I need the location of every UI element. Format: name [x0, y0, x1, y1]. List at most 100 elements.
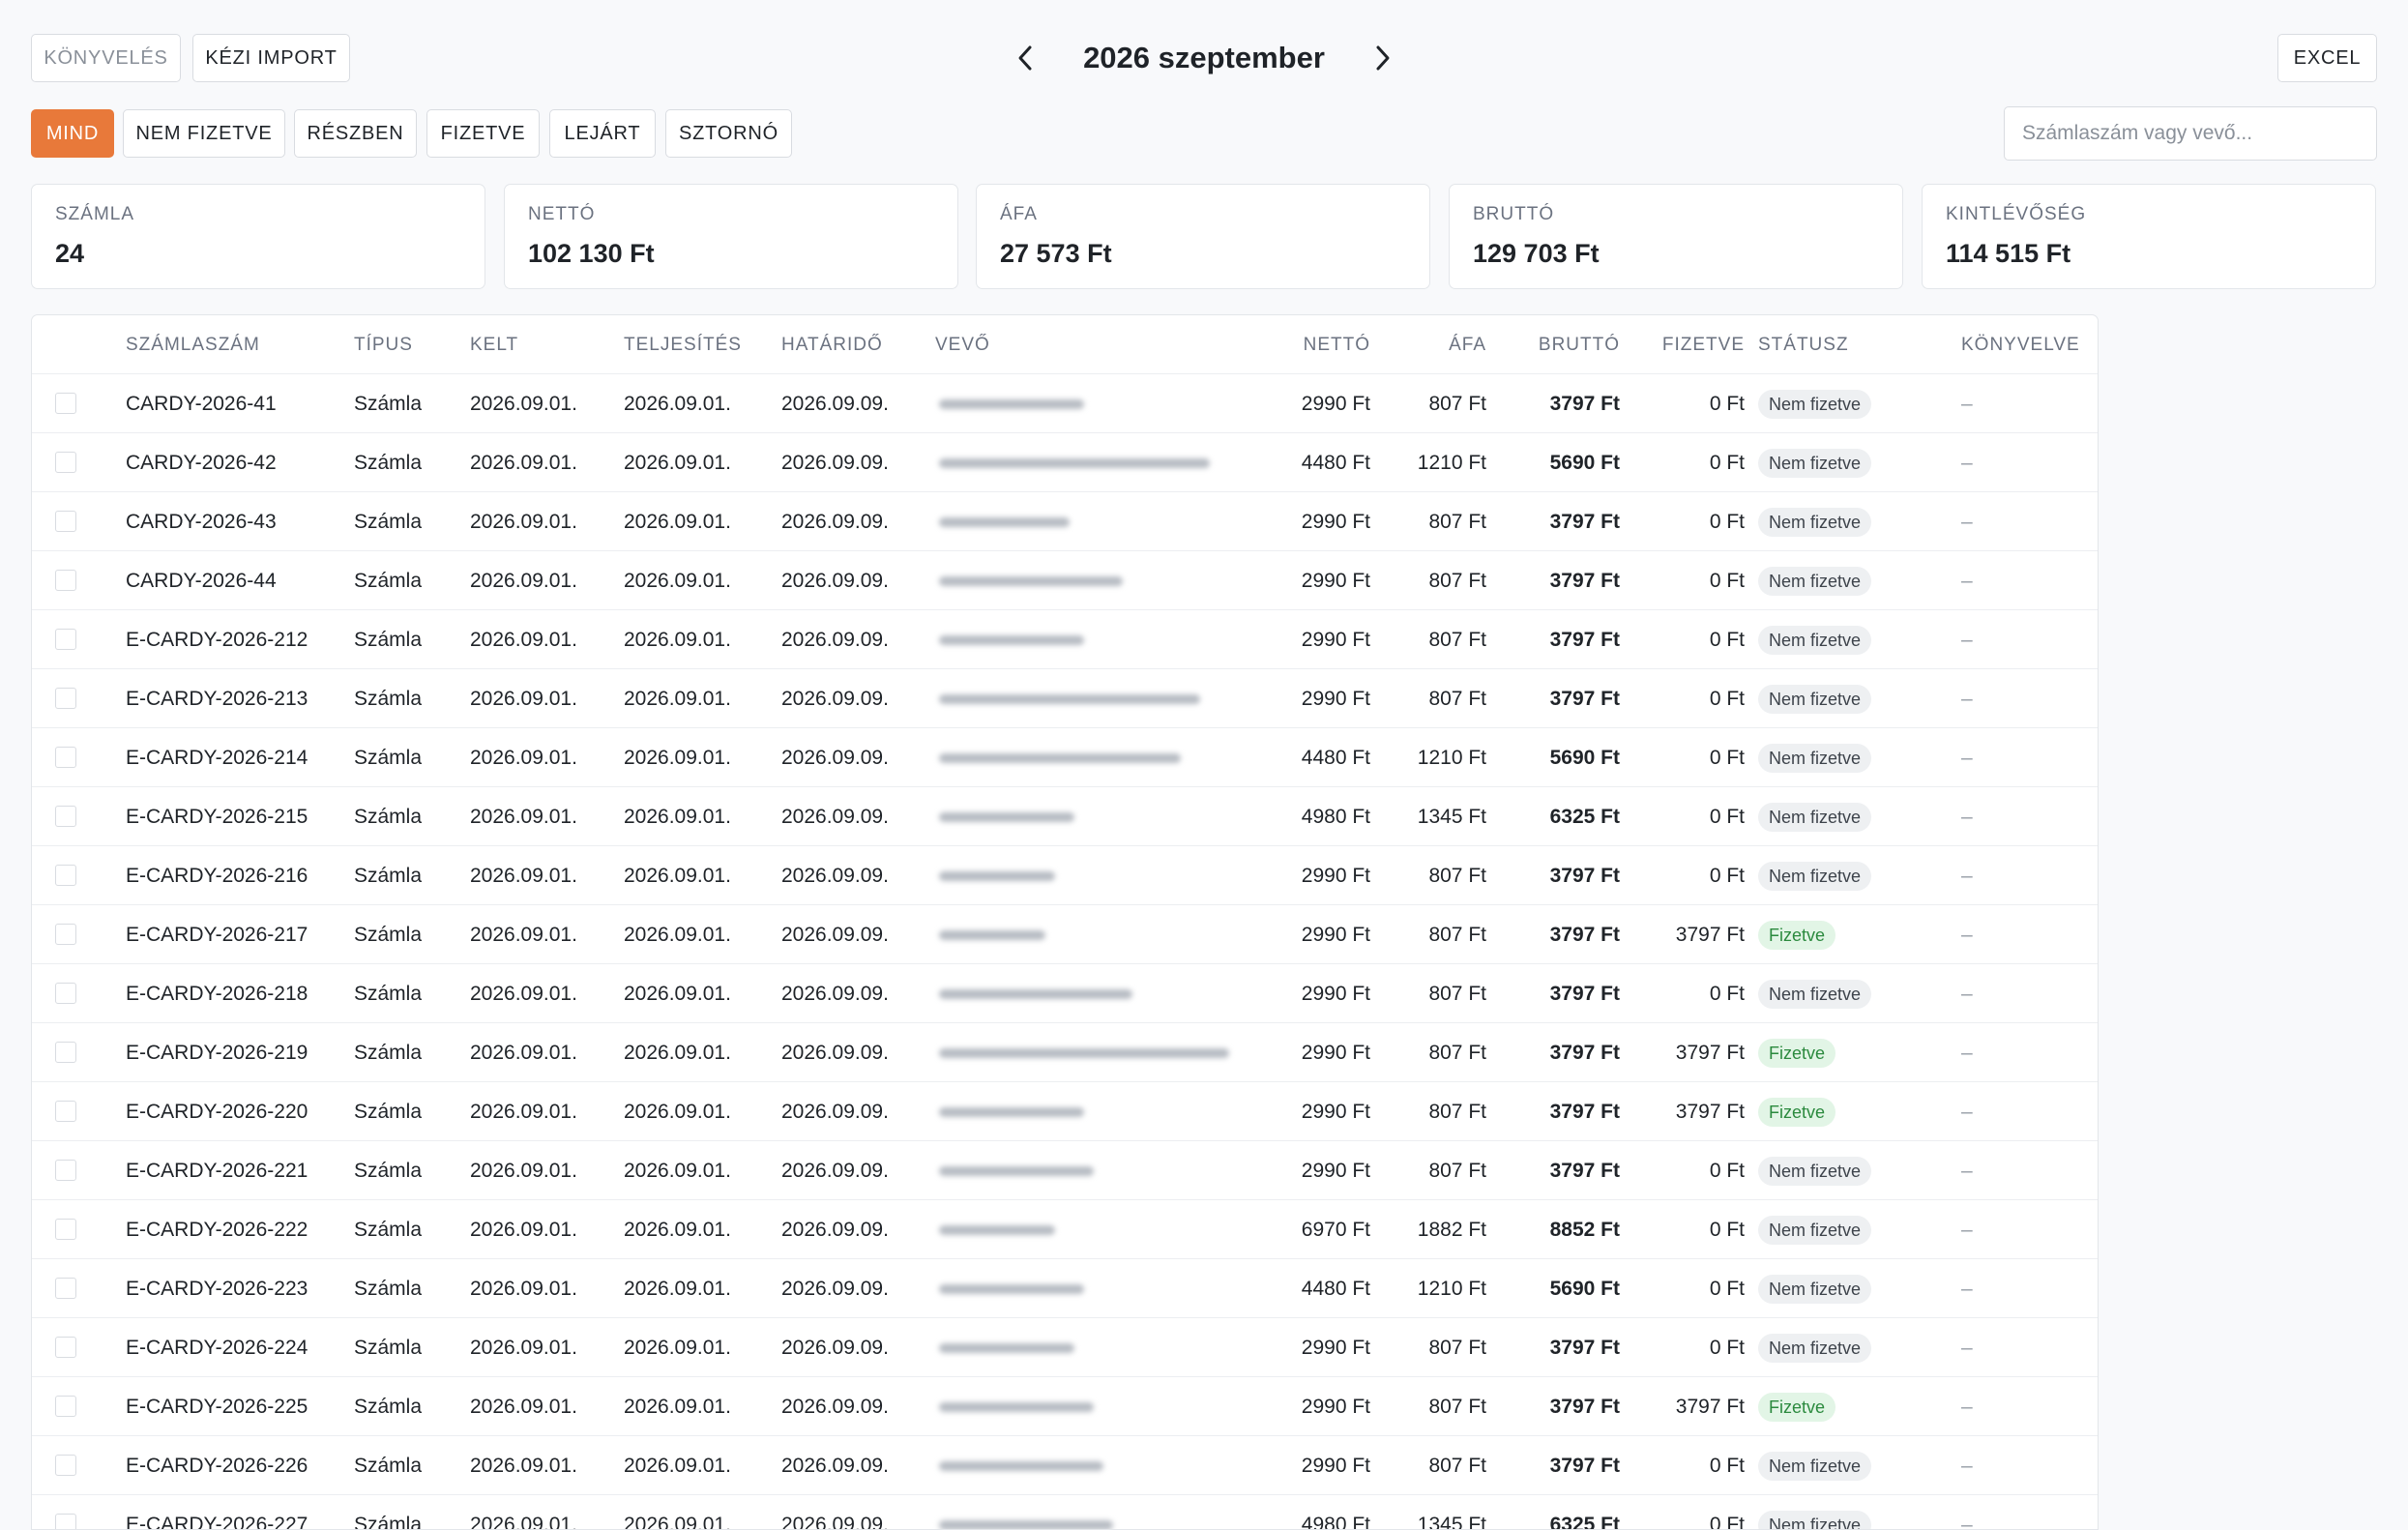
filter-fizetve[interactable]: FIZETVE — [426, 109, 540, 158]
table-row[interactable]: E-CARDY-2026-218 Számla 2026.09.01. 2026.09… — [32, 963, 2098, 1022]
cell-szamlaszam[interactable]: CARDY-2026-42 — [126, 433, 277, 492]
col-header-teljesites[interactable]: TELJESÍTÉS — [624, 335, 742, 356]
table-row[interactable]: E-CARDY-2026-213 Számla 2026.09.01. 2026.09… — [32, 668, 2098, 727]
next-month-button[interactable] — [1364, 34, 1402, 82]
cell-brutto: 3797 Ft — [1549, 1337, 1620, 1359]
row-checkbox[interactable] — [55, 1160, 76, 1181]
cell-szamlaszam[interactable]: E-CARDY-2026-224 — [126, 1318, 308, 1377]
filter-nem-fizetve[interactable]: NEM FIZETVE — [123, 109, 285, 158]
row-checkbox[interactable] — [55, 511, 76, 532]
row-checkbox[interactable] — [55, 688, 76, 709]
row-checkbox[interactable] — [55, 629, 76, 650]
filter-lejart[interactable]: LEJÁRT — [549, 109, 656, 158]
row-checkbox[interactable] — [55, 1396, 76, 1417]
col-header-kelt[interactable]: KELT — [470, 335, 518, 356]
cell-szamlaszam[interactable]: E-CARDY-2026-216 — [126, 846, 308, 905]
cell-szamlaszam[interactable]: E-CARDY-2026-222 — [126, 1200, 308, 1259]
cell-szamlaszam[interactable]: E-CARDY-2026-212 — [126, 610, 308, 669]
col-header-tipus[interactable]: TÍPUS — [354, 335, 413, 356]
cell-szamlaszam[interactable]: E-CARDY-2026-227 — [126, 1495, 308, 1529]
table-row[interactable]: E-CARDY-2026-224 Számla 2026.09.01. 2026.09… — [32, 1317, 2098, 1376]
cell-vevo-redacted — [925, 492, 1245, 551]
search-input[interactable] — [2004, 106, 2377, 161]
row-checkbox[interactable] — [55, 1455, 76, 1476]
row-checkbox[interactable] — [55, 924, 76, 945]
kezi-import-button[interactable]: KÉZI IMPORT — [192, 34, 350, 82]
col-header-fizetve[interactable]: FIZETVE — [1628, 335, 1745, 356]
cell-teljesites: 2026.09.01. — [624, 1337, 731, 1359]
row-checkbox[interactable] — [55, 1101, 76, 1122]
row-checkbox[interactable] — [55, 747, 76, 768]
table-row[interactable]: E-CARDY-2026-222 Számla 2026.09.01. 2026.09… — [32, 1199, 2098, 1258]
row-checkbox[interactable] — [55, 1278, 76, 1299]
row-checkbox[interactable] — [55, 570, 76, 591]
cell-hatarido: 2026.09.09. — [781, 983, 889, 1005]
cell-kelt: 2026.09.01. — [470, 1337, 577, 1359]
table-row[interactable]: E-CARDY-2026-226 Számla 2026.09.01. 2026.09… — [32, 1435, 2098, 1494]
table-row[interactable]: E-CARDY-2026-220 Számla 2026.09.01. 2026.09… — [32, 1081, 2098, 1140]
cell-kelt: 2026.09.01. — [470, 570, 577, 592]
col-header-statusz[interactable]: STÁTUSZ — [1758, 335, 1849, 356]
table-row[interactable]: E-CARDY-2026-216 Számla 2026.09.01. 2026.09… — [32, 845, 2098, 904]
row-checkbox[interactable] — [55, 452, 76, 473]
table-row[interactable]: E-CARDY-2026-225 Számla 2026.09.01. 2026.09… — [32, 1376, 2098, 1435]
prev-month-button[interactable] — [1006, 34, 1044, 82]
filter-sztorno[interactable]: SZTORNÓ — [665, 109, 792, 158]
excel-button[interactable]: EXCEL — [2277, 34, 2377, 82]
col-header-vevo[interactable]: VEVŐ — [935, 335, 990, 356]
row-checkbox[interactable] — [55, 393, 76, 414]
cell-szamlaszam[interactable]: CARDY-2026-43 — [126, 492, 277, 551]
cell-szamlaszam[interactable]: E-CARDY-2026-219 — [126, 1023, 308, 1082]
table-row[interactable]: E-CARDY-2026-215 Számla 2026.09.01. 2026.09… — [32, 786, 2098, 845]
table-row[interactable]: E-CARDY-2026-217 Számla 2026.09.01. 2026.09… — [32, 904, 2098, 963]
cell-szamlaszam[interactable]: E-CARDY-2026-225 — [126, 1377, 308, 1436]
row-checkbox[interactable] — [55, 806, 76, 827]
filter-reszben[interactable]: RÉSZBEN — [294, 109, 417, 158]
row-checkbox[interactable] — [55, 983, 76, 1004]
cell-vevo-redacted — [925, 1259, 1245, 1318]
row-checkbox[interactable] — [55, 1337, 76, 1358]
cell-afa: 1210 Ft — [1417, 1278, 1486, 1300]
cell-szamlaszam[interactable]: E-CARDY-2026-220 — [126, 1082, 308, 1141]
row-checkbox[interactable] — [55, 865, 76, 886]
row-checkbox[interactable] — [55, 1514, 76, 1529]
cell-szamlaszam[interactable]: CARDY-2026-41 — [126, 374, 277, 433]
col-header-afa[interactable]: ÁFA — [1376, 335, 1486, 356]
cell-brutto: 3797 Ft — [1549, 983, 1620, 1005]
table-row[interactable]: E-CARDY-2026-227 Számla 2026.09.01. 2026.09… — [32, 1494, 2098, 1529]
cell-szamlaszam[interactable]: E-CARDY-2026-223 — [126, 1259, 308, 1318]
col-header-hatarido[interactable]: HATÁRIDŐ — [781, 335, 883, 356]
cell-szamlaszam[interactable]: E-CARDY-2026-217 — [126, 905, 308, 964]
cell-szamlaszam[interactable]: E-CARDY-2026-215 — [126, 787, 308, 846]
cell-szamlaszam[interactable]: E-CARDY-2026-213 — [126, 669, 308, 728]
card-value: 27 573 Ft — [1000, 239, 1112, 268]
col-header-netto[interactable]: NETTÓ — [1241, 335, 1370, 356]
cell-szamlaszam[interactable]: E-CARDY-2026-214 — [126, 728, 308, 787]
filter-mind[interactable]: MIND — [31, 109, 114, 158]
table-row[interactable]: CARDY-2026-41 Számla 2026.09.01. 2026.09.01… — [32, 373, 2098, 432]
cell-szamlaszam[interactable]: E-CARDY-2026-221 — [126, 1141, 308, 1200]
table-row[interactable]: E-CARDY-2026-214 Számla 2026.09.01. 2026.09… — [32, 727, 2098, 786]
cell-netto: 2990 Ft — [1301, 924, 1370, 946]
cell-afa: 807 Ft — [1428, 629, 1486, 651]
cell-szamlaszam[interactable]: CARDY-2026-44 — [126, 551, 277, 610]
table-row[interactable]: CARDY-2026-44 Számla 2026.09.01. 2026.09.01… — [32, 550, 2098, 609]
cell-hatarido: 2026.09.09. — [781, 747, 889, 769]
col-header-brutto[interactable]: BRUTTÓ — [1492, 335, 1620, 356]
table-row[interactable]: E-CARDY-2026-221 Számla 2026.09.01. 2026.09… — [32, 1140, 2098, 1199]
table-row[interactable]: E-CARDY-2026-219 Számla 2026.09.01. 2026.09… — [32, 1022, 2098, 1081]
col-header-szamlaszam[interactable]: SZÁMLASZÁM — [126, 335, 260, 356]
col-header-konyvelve[interactable]: KÖNYVELVE — [1961, 335, 2080, 356]
table-row[interactable]: CARDY-2026-43 Számla 2026.09.01. 2026.09.01… — [32, 491, 2098, 550]
status-badge: Nem fizetve — [1758, 449, 1872, 478]
row-checkbox[interactable] — [55, 1219, 76, 1240]
redacted-customer-name — [939, 1284, 1084, 1294]
row-checkbox[interactable] — [55, 1042, 76, 1063]
table-row[interactable]: E-CARDY-2026-223 Számla 2026.09.01. 2026.09… — [32, 1258, 2098, 1317]
konyveles-button[interactable]: KÖNYVELÉS — [31, 34, 181, 82]
table-row[interactable]: E-CARDY-2026-212 Számla 2026.09.01. 2026.09… — [32, 609, 2098, 668]
table-row[interactable]: CARDY-2026-42 Számla 2026.09.01. 2026.09.01… — [32, 432, 2098, 491]
cell-szamlaszam[interactable]: E-CARDY-2026-218 — [126, 964, 308, 1023]
cell-hatarido: 2026.09.09. — [781, 570, 889, 592]
cell-szamlaszam[interactable]: E-CARDY-2026-226 — [126, 1436, 308, 1495]
